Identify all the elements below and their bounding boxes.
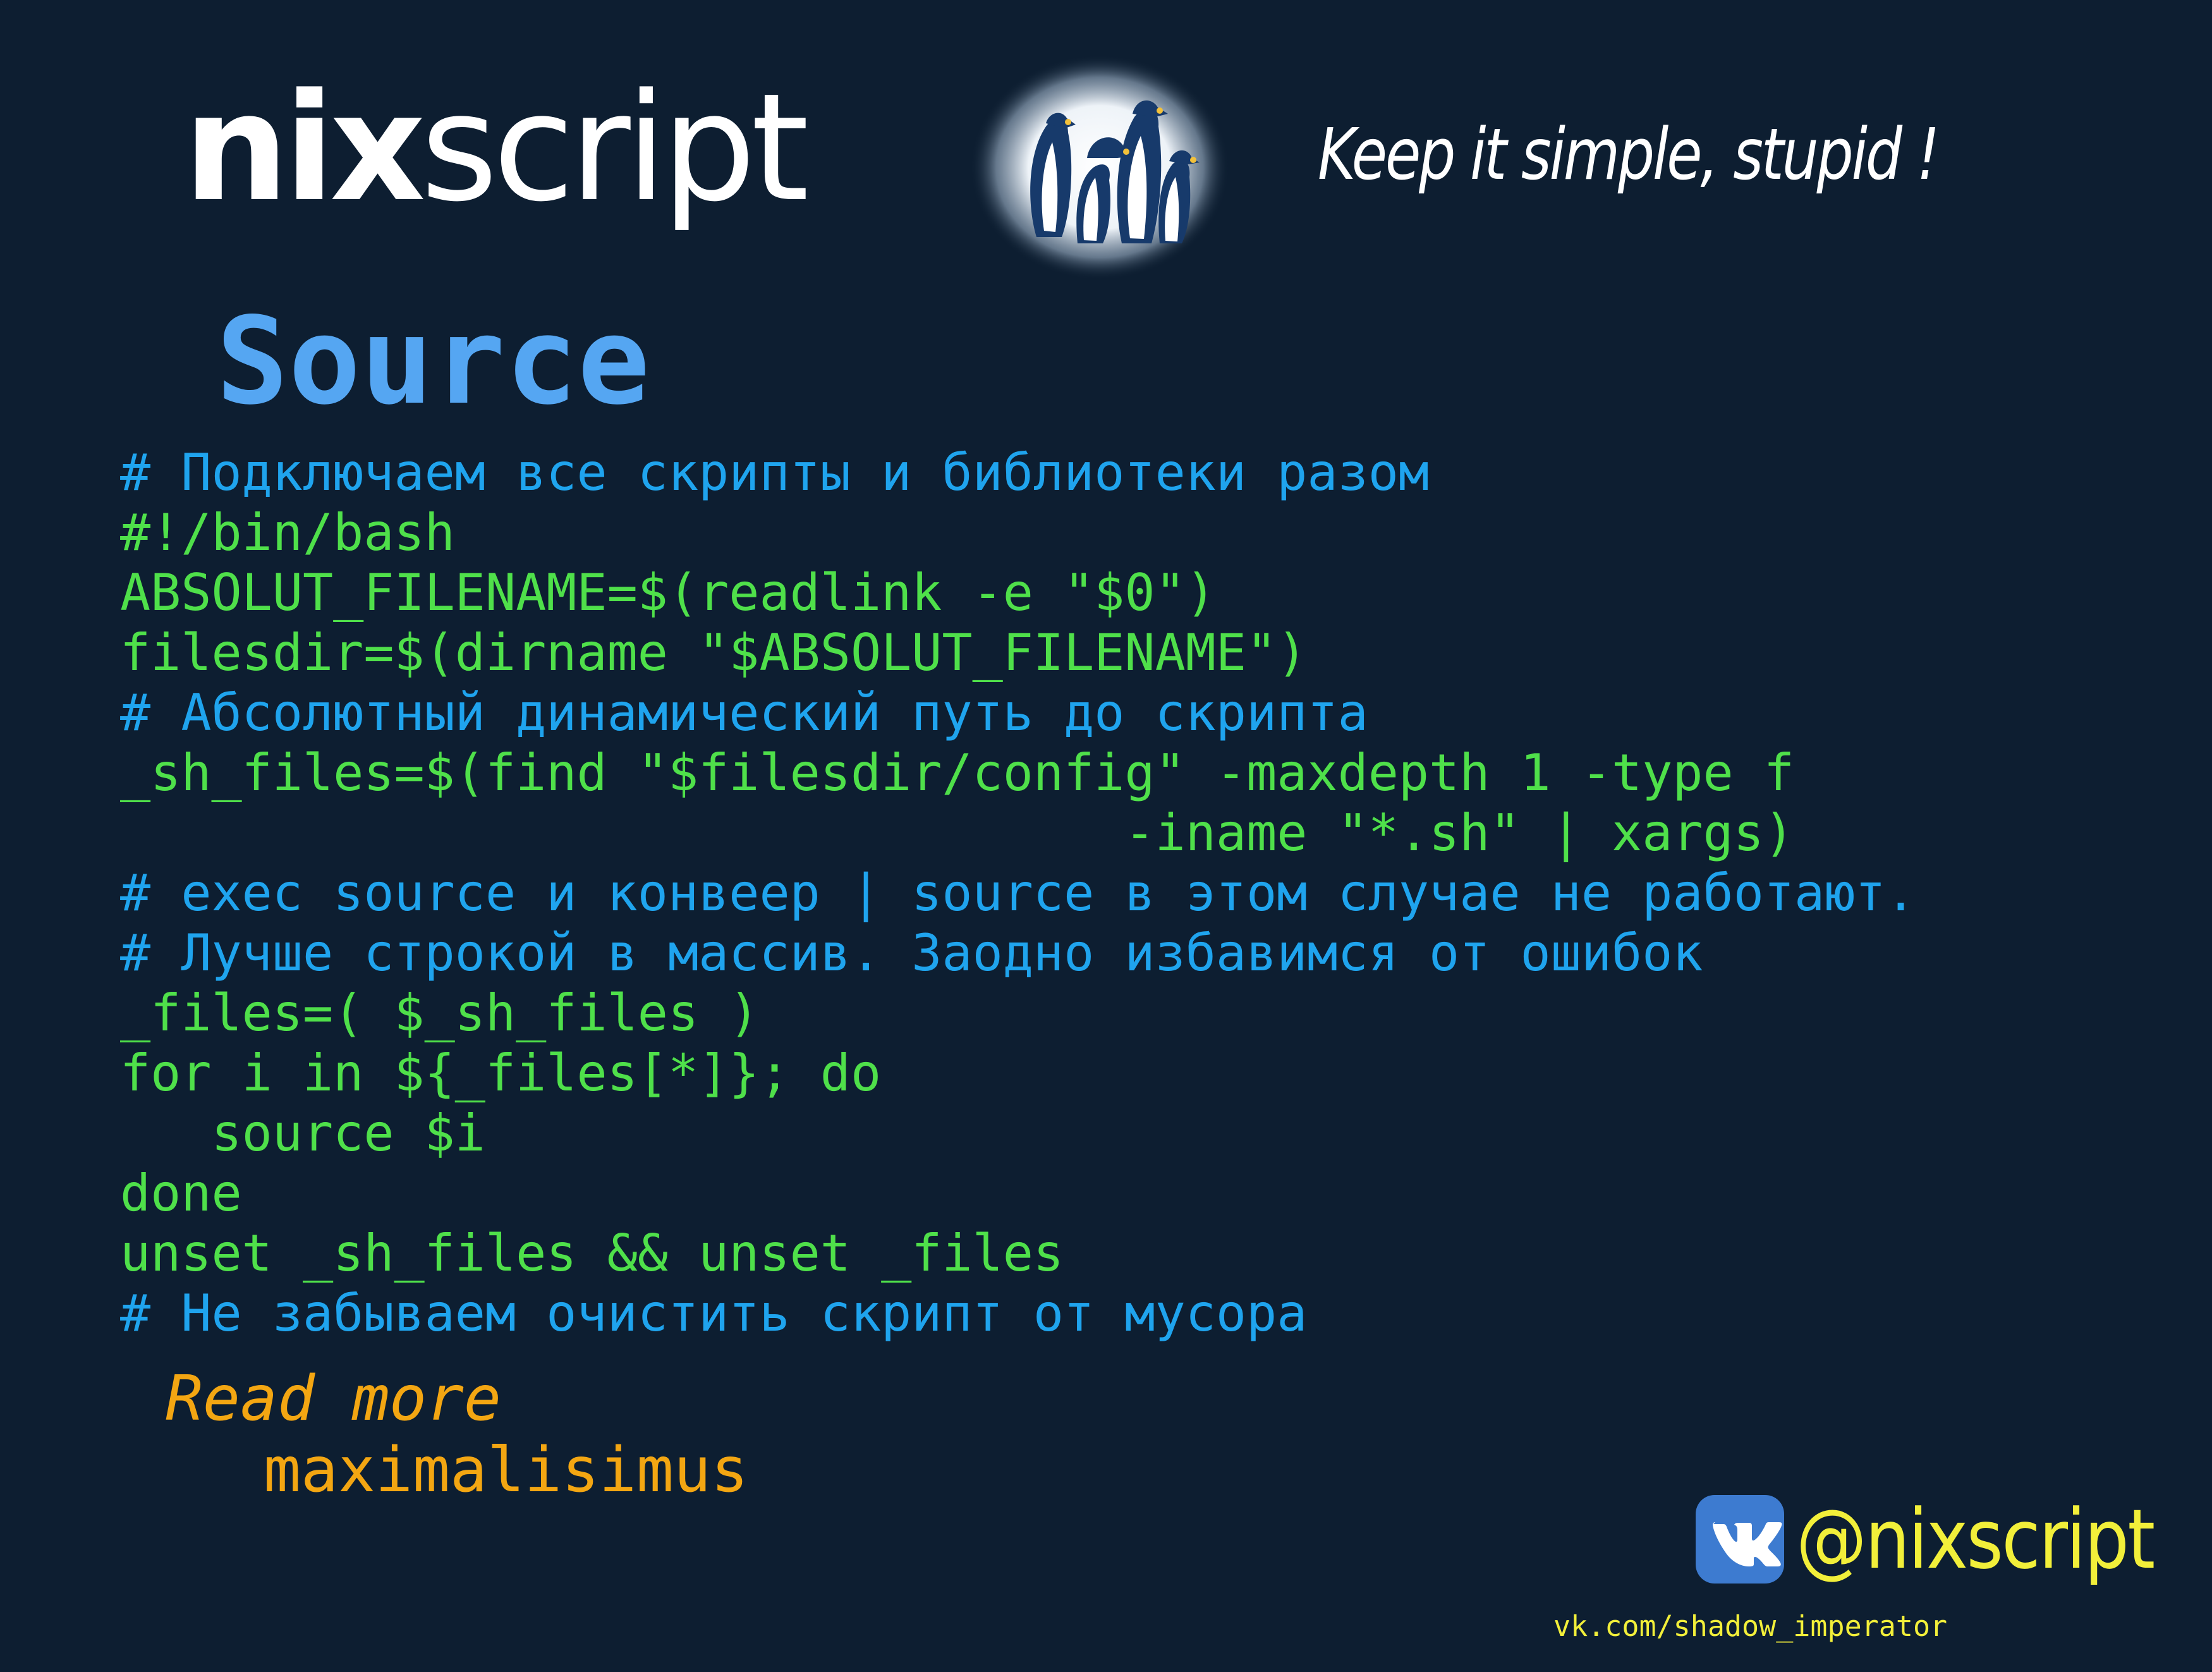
read-more-link[interactable]: maximalisimus [264, 1436, 748, 1505]
nixscript-logo: nixscript [183, 51, 841, 278]
code-line-comment: # Абсолютный динамический путь до скрипт… [120, 683, 1368, 742]
social-handle[interactable]: @nixscript [1796, 1492, 2155, 1587]
vk-logo-graphic [1713, 1522, 1782, 1566]
code-line: _sh_files=$(find "$filesdir/config" -max… [120, 743, 1795, 802]
code-line: for i in ${_files[*]}; do [120, 1044, 882, 1102]
code-line-comment: # exec source и конвеер | source в этом … [120, 863, 1916, 922]
code-line: filesdir=$(dirname "$ABSOLUT_FILENAME") [120, 623, 1308, 682]
code-line-comment: # Не забываем очистить скрипт от мусора [120, 1284, 1308, 1343]
logo-bold-part: nix [183, 62, 424, 235]
code-line: done [120, 1164, 242, 1223]
code-line: -iname "*.sh" | xargs) [120, 803, 1795, 862]
vk-icon[interactable] [1696, 1495, 1784, 1584]
code-block: # Подключаем все скрипты и библиотеки ра… [120, 442, 2142, 1343]
profile-url[interactable]: vk.com/shadow_imperator [1553, 1609, 1947, 1644]
code-line-comment: # Подключаем все скрипты и библиотеки ра… [120, 443, 1430, 502]
slide: nixscript Keep it simple, stupid ! Sourc… [0, 0, 2212, 1672]
page-title: Source [216, 291, 650, 431]
penguin-badge-graphic [970, 55, 1229, 280]
penguins-icon [967, 54, 1232, 281]
nixscript-logo-graphic: nixscript [183, 62, 811, 235]
code-line: _files=( $_sh_files ) [120, 984, 760, 1042]
logo-light-part: script [420, 62, 806, 235]
code-line: ABSOLUT_FILENAME=$(readlink -e "$0") [120, 563, 1216, 622]
code-line: source $i [120, 1104, 485, 1162]
code-line: unset _sh_files && unset _files [120, 1224, 1064, 1283]
tagline: Keep it simple, stupid ! [1318, 114, 1940, 196]
code-line: #!/bin/bash [120, 503, 455, 562]
logo-text: nixscript [183, 62, 806, 235]
code-line-comment: # Лучше строкой в массив. Заодно избавим… [120, 924, 1703, 982]
read-more-label: Read more [166, 1363, 502, 1435]
